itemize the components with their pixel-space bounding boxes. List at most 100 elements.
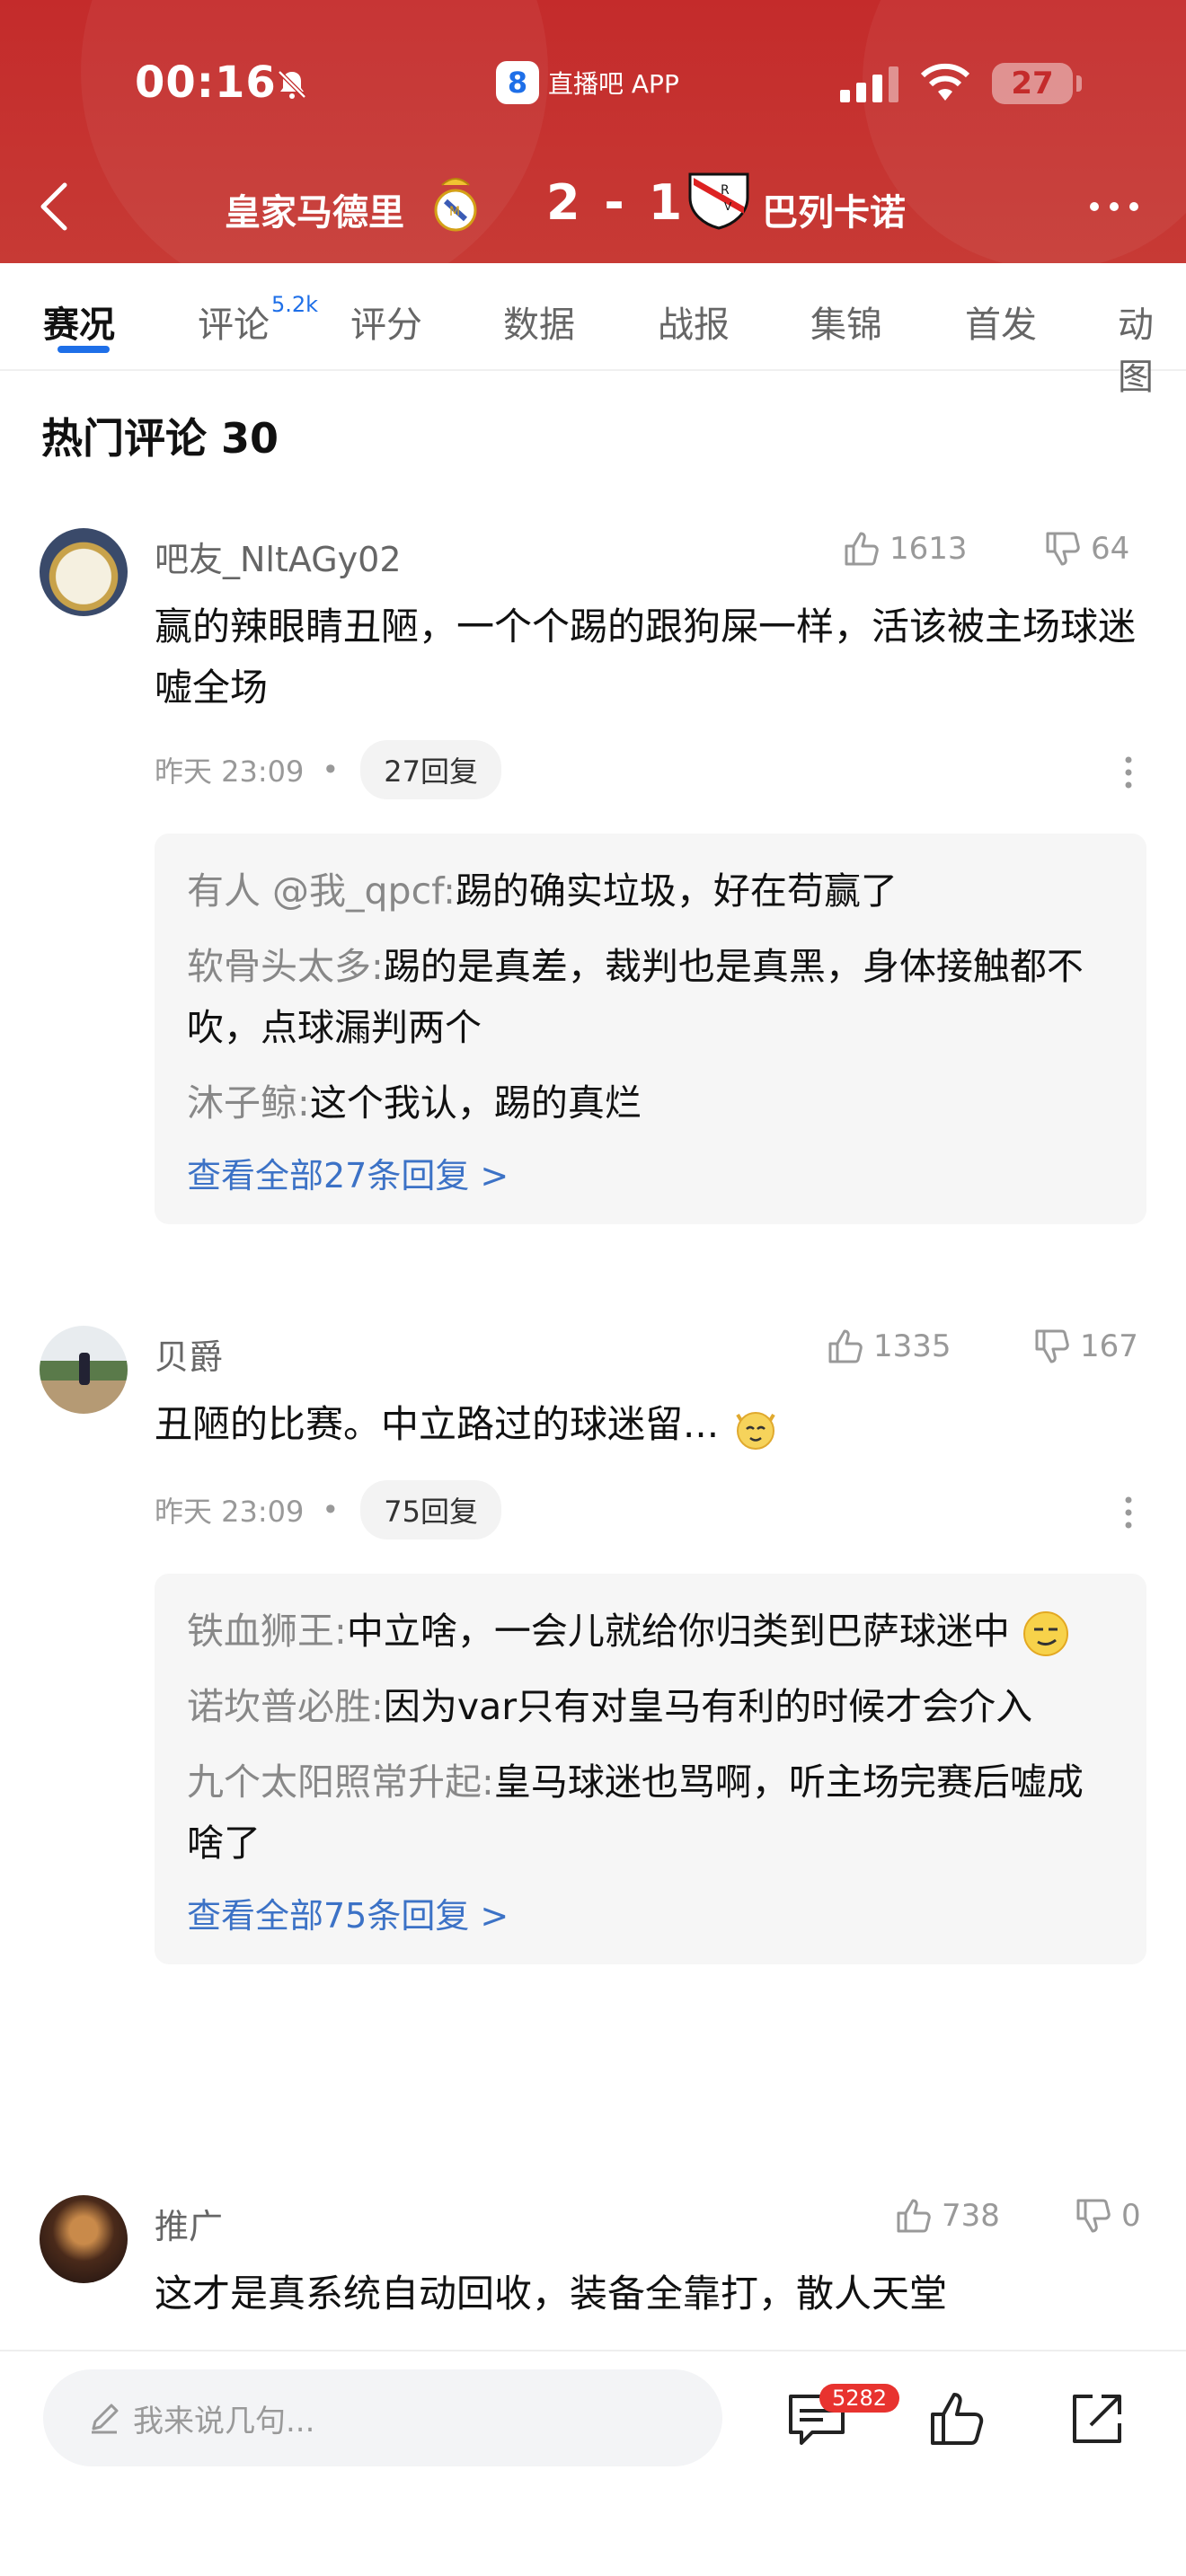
more-options-icon[interactable]	[1089, 201, 1139, 212]
comment-text: 这才是真系统自动回收，装备全靠打，散人天堂	[155, 2272, 948, 2316]
meta-separator: •	[322, 753, 340, 787]
reply-username[interactable]: 有人 @我_qpcf	[187, 869, 443, 913]
like-count: 738	[942, 2198, 1000, 2234]
smirk-emoji-icon	[1022, 1611, 1068, 1656]
away-team-name[interactable]: 巴列卡诺	[762, 183, 906, 235]
like-button[interactable]: 1335	[825, 1326, 951, 1367]
reply-username[interactable]: 沐子鲸	[187, 1081, 297, 1125]
tab-label: 数据	[503, 304, 575, 346]
cat-emoji-icon	[736, 1411, 776, 1450]
match-tab-bar: 赛况 评论5.2k 评分 数据 战报 集锦 首发 动图	[0, 263, 1186, 398]
reply-preview-box[interactable]: 铁血狮王:中立啥，一会儿就给你归类到巴萨球迷中 诺坎普必胜:因为var只有对皇马…	[155, 1574, 1146, 1964]
back-arrow-icon[interactable]	[36, 181, 72, 232]
tab-lineups[interactable]: 首发	[965, 296, 1037, 348]
reply-item: 铁血狮王:中立啥，一会儿就给你归类到巴萨球迷中	[187, 1601, 1114, 1662]
thumbs-down-icon	[1035, 1329, 1069, 1363]
comment-username[interactable]: 贝爵	[155, 1329, 223, 1379]
svg-text:M: M	[449, 205, 460, 219]
comment-meta: 昨天 23:09 • 27回复	[155, 740, 502, 799]
reply-item: 九个太阳照常升起:皇马球迷也骂啊，听主场完赛后嘘成啥了	[187, 1760, 1084, 1865]
status-time: 00:16	[135, 57, 277, 108]
view-all-replies-link[interactable]: 查看全部27条回复 >	[187, 1148, 1114, 1197]
comment-count-badge: 5.2k	[271, 291, 319, 317]
cellular-signal-icon	[840, 66, 898, 102]
reply-preview-box[interactable]: 有人 @我_qpcf:踢的确实垃圾，好在苟赢了 软骨头太多:踢的是真差，裁判也是…	[155, 834, 1146, 1224]
bottom-action-bar: 我来说几句... 5282	[0, 2350, 1186, 2576]
reply-text: 因为var只有对皇马有利的时候才会介入	[383, 1685, 1033, 1728]
tab-gifs[interactable]: 动图	[1118, 296, 1186, 400]
section-title: 热门评论 30	[41, 414, 279, 463]
thumbs-up-icon	[897, 2199, 931, 2233]
dislike-count: 64	[1091, 531, 1130, 567]
like-button[interactable]: 1613	[841, 528, 968, 569]
tab-label: 评论	[198, 304, 270, 346]
reply-text: 踢的确实垃圾，好在苟赢了	[455, 869, 898, 913]
tab-label: 战报	[658, 304, 730, 346]
svg-text:R: R	[721, 183, 730, 198]
comment-more-icon[interactable]	[1125, 1496, 1132, 1529]
tab-label: 赛况	[43, 304, 115, 346]
comment-username[interactable]: 吧友_NltAGy02	[155, 532, 402, 581]
view-all-replies-link[interactable]: 查看全部75条回复 >	[187, 1888, 1114, 1937]
user-avatar[interactable]	[40, 528, 128, 616]
comment-username[interactable]: 推广	[155, 2199, 223, 2248]
app-logo-icon: 8	[496, 61, 539, 104]
dislike-button[interactable]: 0	[1073, 2195, 1141, 2236]
meta-separator: •	[322, 1493, 340, 1527]
like-button[interactable]: 738	[893, 2195, 1000, 2236]
comment-time: 昨天 23:09	[155, 1495, 305, 1529]
reply-item: 软骨头太多:踢的是真差，裁判也是真黑，身体接触都不吹，点球漏判两个	[187, 945, 1084, 1049]
thumbs-up-icon[interactable]	[925, 2387, 988, 2450]
comment-input-placeholder: 我来说几句...	[133, 2403, 315, 2439]
reply-username[interactable]: 软骨头太多	[187, 945, 371, 988]
reply-count-button[interactable]: 27回复	[360, 740, 502, 799]
tab-comments[interactable]: 评论5.2k	[198, 292, 318, 348]
dislike-button[interactable]: 64	[1042, 528, 1129, 569]
wifi-icon	[920, 63, 970, 101]
svg-text:V: V	[724, 200, 732, 213]
comment-input[interactable]: 我来说几句...	[43, 2369, 722, 2466]
bell-muted-icon	[278, 70, 306, 99]
comment-text: 赢的辣眼睛丑陋，一个个踢的跟狗屎一样，活该被主场球迷嘘全场	[155, 604, 1137, 710]
tab-ratings[interactable]: 评分	[350, 296, 422, 348]
tab-label: 动图	[1118, 304, 1154, 398]
share-icon[interactable]	[1066, 2387, 1128, 2450]
dislike-count: 167	[1080, 1328, 1138, 1364]
comment-time: 昨天 23:09	[155, 754, 305, 789]
battery-indicator: 27	[992, 63, 1082, 104]
tab-label: 评分	[350, 304, 422, 346]
reply-text: 中立啥，一会儿就给你归类到巴萨球迷中	[346, 1610, 1010, 1653]
home-team-name[interactable]: 皇家马德里	[225, 183, 404, 235]
pencil-icon	[92, 2404, 119, 2434]
dislike-button[interactable]: 167	[1031, 1326, 1138, 1367]
tab-label: 首发	[965, 304, 1037, 346]
rayo-vallecano-crest-icon[interactable]: R V	[685, 171, 753, 230]
user-avatar[interactable]	[40, 2195, 128, 2283]
like-count: 1335	[873, 1328, 951, 1364]
back-to-app-indicator[interactable]: 8 直播吧 APP	[496, 61, 679, 104]
avatar-figure	[79, 1353, 90, 1385]
tab-report[interactable]: 战报	[658, 296, 730, 348]
comment-count-badge: 5282	[819, 2384, 900, 2413]
user-avatar[interactable]	[40, 1326, 128, 1414]
match-score: 2 - 1	[546, 174, 686, 231]
reply-item: 沐子鲸:这个我认，踢的真烂	[187, 1081, 642, 1125]
active-tab-indicator	[58, 346, 110, 353]
match-nav-bar: 皇家马德里 M 2 - 1 R V 巴列卡诺	[0, 162, 1186, 251]
tab-highlights[interactable]: 集锦	[810, 296, 882, 348]
reply-username[interactable]: 诺坎普必胜	[187, 1685, 371, 1728]
comment-more-icon[interactable]	[1125, 756, 1132, 789]
dislike-count: 0	[1121, 2198, 1141, 2234]
comment-meta: 昨天 23:09 • 75回复	[155, 1480, 502, 1539]
thumbs-up-icon	[828, 1329, 863, 1363]
reply-username[interactable]: 九个太阳照常升起	[187, 1760, 482, 1804]
tab-label: 集锦	[810, 304, 882, 346]
tab-stats[interactable]: 数据	[503, 296, 575, 348]
app-name: 直播吧 APP	[548, 69, 679, 99]
thumbs-down-icon	[1046, 532, 1080, 566]
reply-username[interactable]: 铁血狮王	[187, 1610, 334, 1653]
reply-item: 诺坎普必胜:因为var只有对皇马有利的时候才会介入	[187, 1685, 1033, 1728]
real-madrid-crest-icon[interactable]: M	[429, 172, 482, 234]
reply-count-button[interactable]: 75回复	[360, 1480, 502, 1539]
tab-live[interactable]: 赛况	[43, 296, 115, 348]
